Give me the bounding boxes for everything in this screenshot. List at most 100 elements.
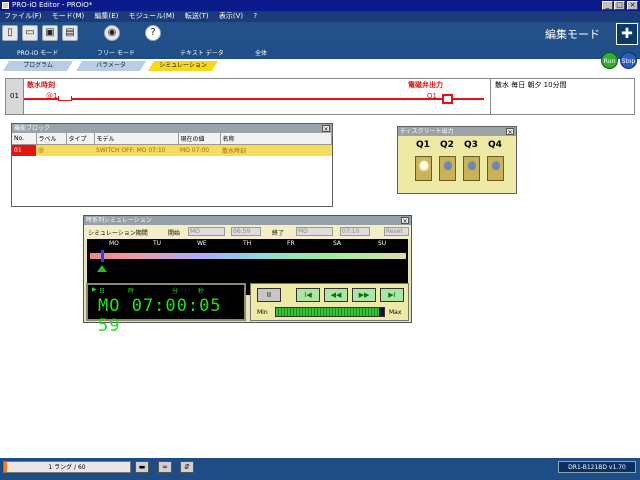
contact-symbol (58, 96, 72, 101)
open-file-button[interactable]: ▭ (22, 25, 38, 41)
simulation-title: 時系列シミュレーション (86, 217, 152, 224)
step-back-button[interactable]: I◀ (296, 288, 320, 302)
ladder-editor: 01 散水時刻 @1 電磁弁出力 Q1 散水 毎日 朝夕 10分間 (5, 78, 635, 115)
maximize-button[interactable]: □ (614, 1, 625, 10)
start-time-field[interactable]: 06:59 (231, 227, 261, 236)
input-tag[interactable]: @1 (46, 92, 57, 100)
start-day-select[interactable]: MO (188, 227, 225, 236)
clock-label-second: 秒 (198, 288, 205, 295)
simulation-window: 時系列シミュレーション × シミュレーション期間 開始 MO 06:59 終了 … (83, 215, 412, 336)
mode-all[interactable]: 全体 (255, 48, 267, 57)
run-button[interactable]: Run (601, 52, 618, 69)
function-block-title-bar: 機能ブロック × (12, 124, 332, 133)
day-mo: MO (109, 240, 119, 247)
simulation-title-bar: 時系列シミュレーション × (84, 216, 411, 225)
tab-program[interactable]: プログラム (3, 61, 73, 71)
row-model: SWITCH OFF: MO 07:10 (96, 147, 166, 154)
mode-row: PRO-iO モード フリー モード テキスト データ 全体 (0, 46, 640, 59)
rung-progress: 1 ラング / 60 (3, 461, 131, 473)
mode-proio[interactable]: PRO-iO モード (17, 48, 58, 57)
col-name: 名称 (220, 133, 332, 145)
close-button[interactable]: × (627, 1, 638, 10)
new-file-button[interactable]: ▯ (2, 25, 18, 41)
timeline-cursor[interactable] (101, 250, 104, 262)
app-icon (2, 2, 9, 9)
printer-icon: ▤ (65, 27, 75, 38)
close-icon[interactable]: × (401, 217, 409, 225)
discrete-output-window: ディスクリート出力 × Q1 Q2 Q3 Q4 (397, 126, 517, 194)
rung-number: 01 (6, 79, 24, 114)
close-icon[interactable]: × (322, 125, 330, 133)
pause-button[interactable]: II (257, 288, 281, 302)
rung-comment: 散水 毎日 朝夕 10分間 (490, 79, 634, 114)
menu-edit[interactable]: 編集(E) (94, 12, 118, 20)
rewind-button[interactable]: ◀◀ (324, 288, 348, 302)
lamp-icon (468, 161, 476, 170)
table-row[interactable]: 01 @ SWITCH OFF: MO 07:10 MO 07:00 散水時刻 (12, 144, 332, 156)
min-label: Min (257, 309, 268, 316)
stop-button[interactable]: Stop (620, 52, 637, 69)
status-bar: 1 ラング / 60 ▬ ∞ ⇵ DR1-B121BD v1.70 (0, 458, 640, 480)
function-block-window: 機能ブロック × No. ラベル タイプ モデル 現在の値 名称 01 @ SW… (11, 123, 333, 207)
binoculars-icon[interactable]: ∞ (158, 461, 172, 473)
coil-symbol[interactable] (442, 94, 453, 104)
period-label: シミュレーション期間 (88, 230, 148, 237)
module-icon[interactable]: ▬ (135, 461, 149, 473)
lamp-icon (492, 161, 500, 170)
menu-help[interactable]: ? (253, 12, 257, 20)
q3-lamp (463, 156, 480, 181)
print-button[interactable]: ▤ (62, 25, 78, 41)
discrete-output-title-bar: ディスクリート出力 × (398, 127, 516, 136)
q4-lamp (487, 156, 504, 181)
col-no: No. (12, 133, 37, 145)
eye-icon: ◉ (107, 27, 117, 38)
control-panel: II I◀ ◀◀ ▶▶ ▶I Min Max (250, 283, 409, 321)
row-name: 散水時刻 (222, 148, 247, 155)
mode-icon[interactable]: ✚ (616, 23, 638, 45)
q1-label: Q1 (416, 140, 430, 150)
menu-transfer[interactable]: 転送(T) (185, 12, 209, 20)
function-block-title: 機能ブロック (14, 125, 51, 132)
save-button[interactable]: ▣ (42, 25, 58, 41)
mode-text-data[interactable]: テキスト データ (180, 48, 224, 57)
output-label: 電磁弁出力 (408, 81, 443, 89)
close-icon[interactable]: × (506, 128, 514, 136)
tab-parameter[interactable]: パラメータ (76, 61, 146, 71)
end-time-field[interactable]: 07:10 (340, 227, 370, 236)
clock-panel: ▶ 日 時 分 秒 MO 07:00:05 59 (86, 283, 246, 336)
function-block-table: No. ラベル タイプ モデル 現在の値 名称 01 @ SWITCH OFF:… (12, 133, 332, 156)
minimize-button[interactable]: _ (602, 1, 613, 10)
simulation-period-bar: シミュレーション期間 開始 MO 06:59 終了 MO 07:10 Reset (84, 225, 411, 239)
end-day-select[interactable]: MO (296, 227, 333, 236)
tab-simulation[interactable]: シミュレーション (148, 61, 218, 71)
row-label: @ (38, 147, 44, 154)
fast-forward-button[interactable]: ▶▶ (352, 288, 376, 302)
help-button[interactable]: ? (145, 25, 161, 41)
menu-view[interactable]: 表示(V) (219, 12, 243, 20)
discrete-output-title: ディスクリート出力 (400, 128, 454, 135)
row-current: MO 07:00 (180, 147, 210, 154)
speed-slider[interactable] (275, 307, 385, 317)
day-we: WE (197, 240, 207, 247)
day-su: SU (378, 240, 387, 247)
q4-label: Q4 (488, 140, 502, 150)
q2-label: Q2 (440, 140, 454, 150)
toolbar: ▯ ▭ ▣ ▤ ◉ ? 編集モード ✚ (0, 22, 640, 46)
step-forward-button[interactable]: ▶I (380, 288, 404, 302)
help-icon: ? (150, 27, 156, 38)
menu-module[interactable]: モジュール(M) (129, 12, 175, 20)
mode-free[interactable]: フリー モード (97, 48, 135, 57)
clock-label-minute: 分 (172, 288, 179, 295)
timeline-marker-icon[interactable] (97, 265, 107, 272)
day-fr: FR (287, 240, 295, 247)
reset-button[interactable]: Reset (384, 227, 409, 236)
transfer-icon[interactable]: ⇵ (180, 461, 194, 473)
lamp-icon (444, 161, 452, 170)
monitor-button[interactable]: ◉ (104, 25, 120, 41)
menu-mode[interactable]: モード(M) (52, 12, 85, 20)
day-tu: TU (153, 240, 162, 247)
q3-label: Q3 (464, 140, 478, 150)
menu-file[interactable]: ファイル(F) (4, 12, 42, 20)
output-tag[interactable]: Q1 (427, 92, 437, 100)
rung-count: 1 ラング / 60 (48, 464, 86, 471)
